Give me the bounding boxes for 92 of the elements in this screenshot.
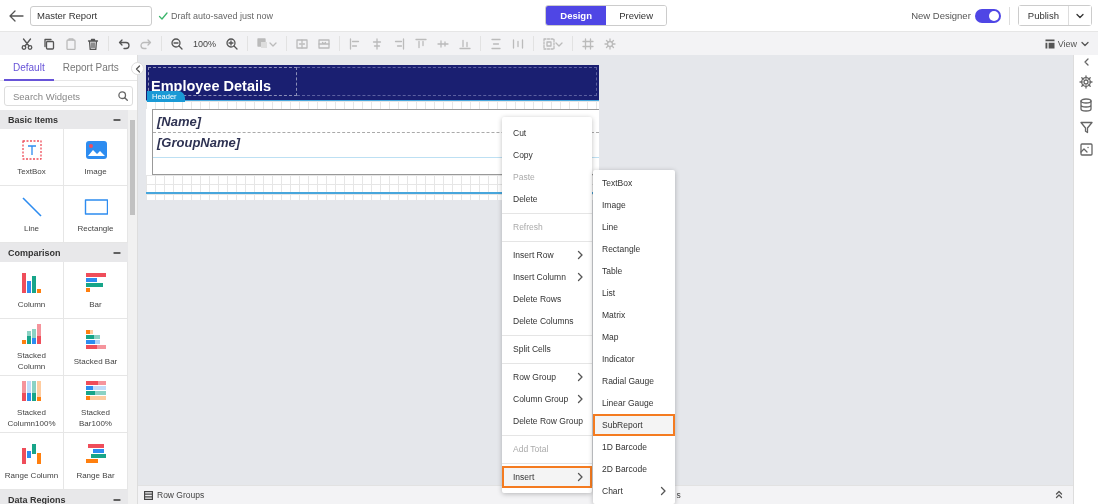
widget-item[interactable]: Stacked Column100% — [0, 376, 64, 433]
chevron-left-icon[interactable] — [1082, 58, 1090, 66]
bar-widget-icon — [83, 270, 108, 295]
row-groups-label: Row Groups — [157, 490, 205, 500]
widget-item[interactable]: Line — [0, 186, 64, 243]
menu-item[interactable]: Row Group — [502, 366, 592, 388]
caret-down-icon — [1075, 11, 1085, 20]
menu-item[interactable]: TextBox — [593, 172, 675, 194]
menu-item[interactable]: Delete — [502, 188, 592, 210]
menu-item[interactable]: Rectangle — [593, 238, 675, 260]
undo-icon[interactable] — [118, 37, 130, 50]
range-column-widget-icon — [19, 441, 44, 466]
menu-item[interactable]: Delete Row Group — [502, 410, 592, 432]
stacked-column-100-widget-icon — [19, 379, 44, 403]
section-title: Basic Items — [8, 114, 59, 125]
menu-item[interactable]: Insert Column — [502, 266, 592, 288]
view-menu[interactable]: View — [1057, 38, 1077, 49]
publish-dropdown-button[interactable] — [1068, 6, 1091, 25]
new-designer-toggle[interactable] — [974, 8, 1001, 23]
widget-item[interactable]: Stacked Bar100% — [64, 376, 128, 433]
search-widgets-field[interactable]: Search Widgets — [4, 86, 133, 106]
menu-item[interactable]: Delete Rows — [502, 288, 592, 310]
save-status-text: Draft auto-saved just now — [171, 10, 274, 21]
widget-item[interactable]: Stacked Column — [0, 319, 64, 376]
stacked-bar-100-widget-icon — [83, 379, 108, 403]
widget-item[interactable]: Column — [0, 262, 64, 319]
layout-icon — [1044, 38, 1055, 49]
report-name-field[interactable]: Master Report — [30, 5, 152, 26]
empty-textbox[interactable] — [297, 67, 597, 96]
menu-item[interactable]: Image — [593, 194, 675, 216]
zoom-out-icon[interactable] — [171, 37, 183, 50]
menu-item[interactable]: Table — [593, 260, 675, 282]
menu-item[interactable]: Cut — [502, 122, 592, 144]
menu-item[interactable]: 2D Barcode — [593, 458, 675, 480]
checkmark-icon — [158, 10, 168, 21]
widget-item[interactable]: TextBox — [0, 129, 64, 186]
split-cells-icon[interactable] — [318, 37, 331, 50]
double-chevron-up-icon[interactable] — [1055, 489, 1063, 499]
zoom-in-icon[interactable] — [226, 37, 239, 50]
copy-icon[interactable] — [43, 37, 55, 50]
menu-item[interactable]: Radial Gauge — [593, 370, 675, 392]
menu-item[interactable]: Split Cells — [502, 338, 592, 360]
menu-item[interactable]: Insert Row — [502, 244, 592, 266]
table-cell: [GroupName] — [157, 135, 241, 150]
database-icon[interactable] — [1080, 98, 1092, 112]
row-groups-icon — [144, 490, 153, 500]
panel-tab[interactable]: Report Parts — [53, 55, 128, 81]
menu-item[interactable]: Matrix — [593, 304, 675, 326]
menu-item[interactable]: Linear Gauge — [593, 392, 675, 414]
line-widget-icon — [19, 194, 44, 219]
menu-item[interactable]: Copy — [502, 144, 592, 166]
menu-item[interactable]: Insert — [502, 466, 592, 488]
caret-down-icon — [1080, 39, 1090, 48]
back-arrow-icon[interactable] — [8, 8, 24, 23]
menu-item[interactable]: Line — [593, 216, 675, 238]
scissors-icon[interactable] — [21, 37, 33, 50]
menu-item[interactable]: Indicator — [593, 348, 675, 370]
image-settings-icon[interactable] — [1079, 143, 1093, 156]
menu-item[interactable]: Column Group — [502, 388, 592, 410]
filter-icon[interactable] — [1079, 121, 1093, 134]
menu-item[interactable]: Map — [593, 326, 675, 348]
widget-item[interactable]: Stacked Bar — [64, 319, 128, 376]
widget-item[interactable]: Rectangle — [64, 186, 128, 243]
new-designer-label: New Designer — [911, 10, 971, 21]
section-title: Comparison — [8, 247, 61, 258]
mode-tab[interactable]: Design — [546, 6, 607, 25]
table-cell: [Name] — [157, 113, 202, 129]
stacked-bar-widget-icon — [83, 327, 108, 352]
menu-item[interactable]: SubReport — [593, 414, 675, 436]
merge-cells-icon[interactable] — [296, 37, 309, 50]
menu-item[interactable]: 1D Barcode — [593, 436, 675, 458]
widget-item[interactable]: Image — [64, 129, 128, 186]
menu-item[interactable]: Delete Columns — [502, 310, 592, 332]
delete-icon[interactable] — [87, 37, 99, 50]
menu-item[interactable]: List — [593, 282, 675, 304]
widget-item[interactable]: Bar — [64, 262, 128, 319]
range-bar-widget-icon — [83, 441, 108, 466]
zoom-level: 100% — [193, 38, 217, 49]
chevron-left-icon — [134, 64, 141, 73]
search-icon — [118, 91, 128, 101]
section-title: Data Regions — [8, 494, 66, 504]
column-groups-label: s — [676, 490, 681, 500]
widget-item[interactable]: Range Bar — [64, 433, 128, 490]
column-widget-icon — [19, 270, 44, 295]
textbox-widget-icon — [19, 137, 44, 162]
menu-item[interactable]: Chart — [593, 480, 675, 502]
settings-icon[interactable] — [1079, 75, 1093, 89]
widget-item[interactable]: Range Column — [0, 433, 64, 490]
scrollbar[interactable] — [128, 110, 137, 504]
stacked-column-widget-icon — [19, 322, 44, 346]
fill-color-icon[interactable] — [257, 37, 278, 50]
panel-tab[interactable]: Default — [4, 55, 54, 81]
